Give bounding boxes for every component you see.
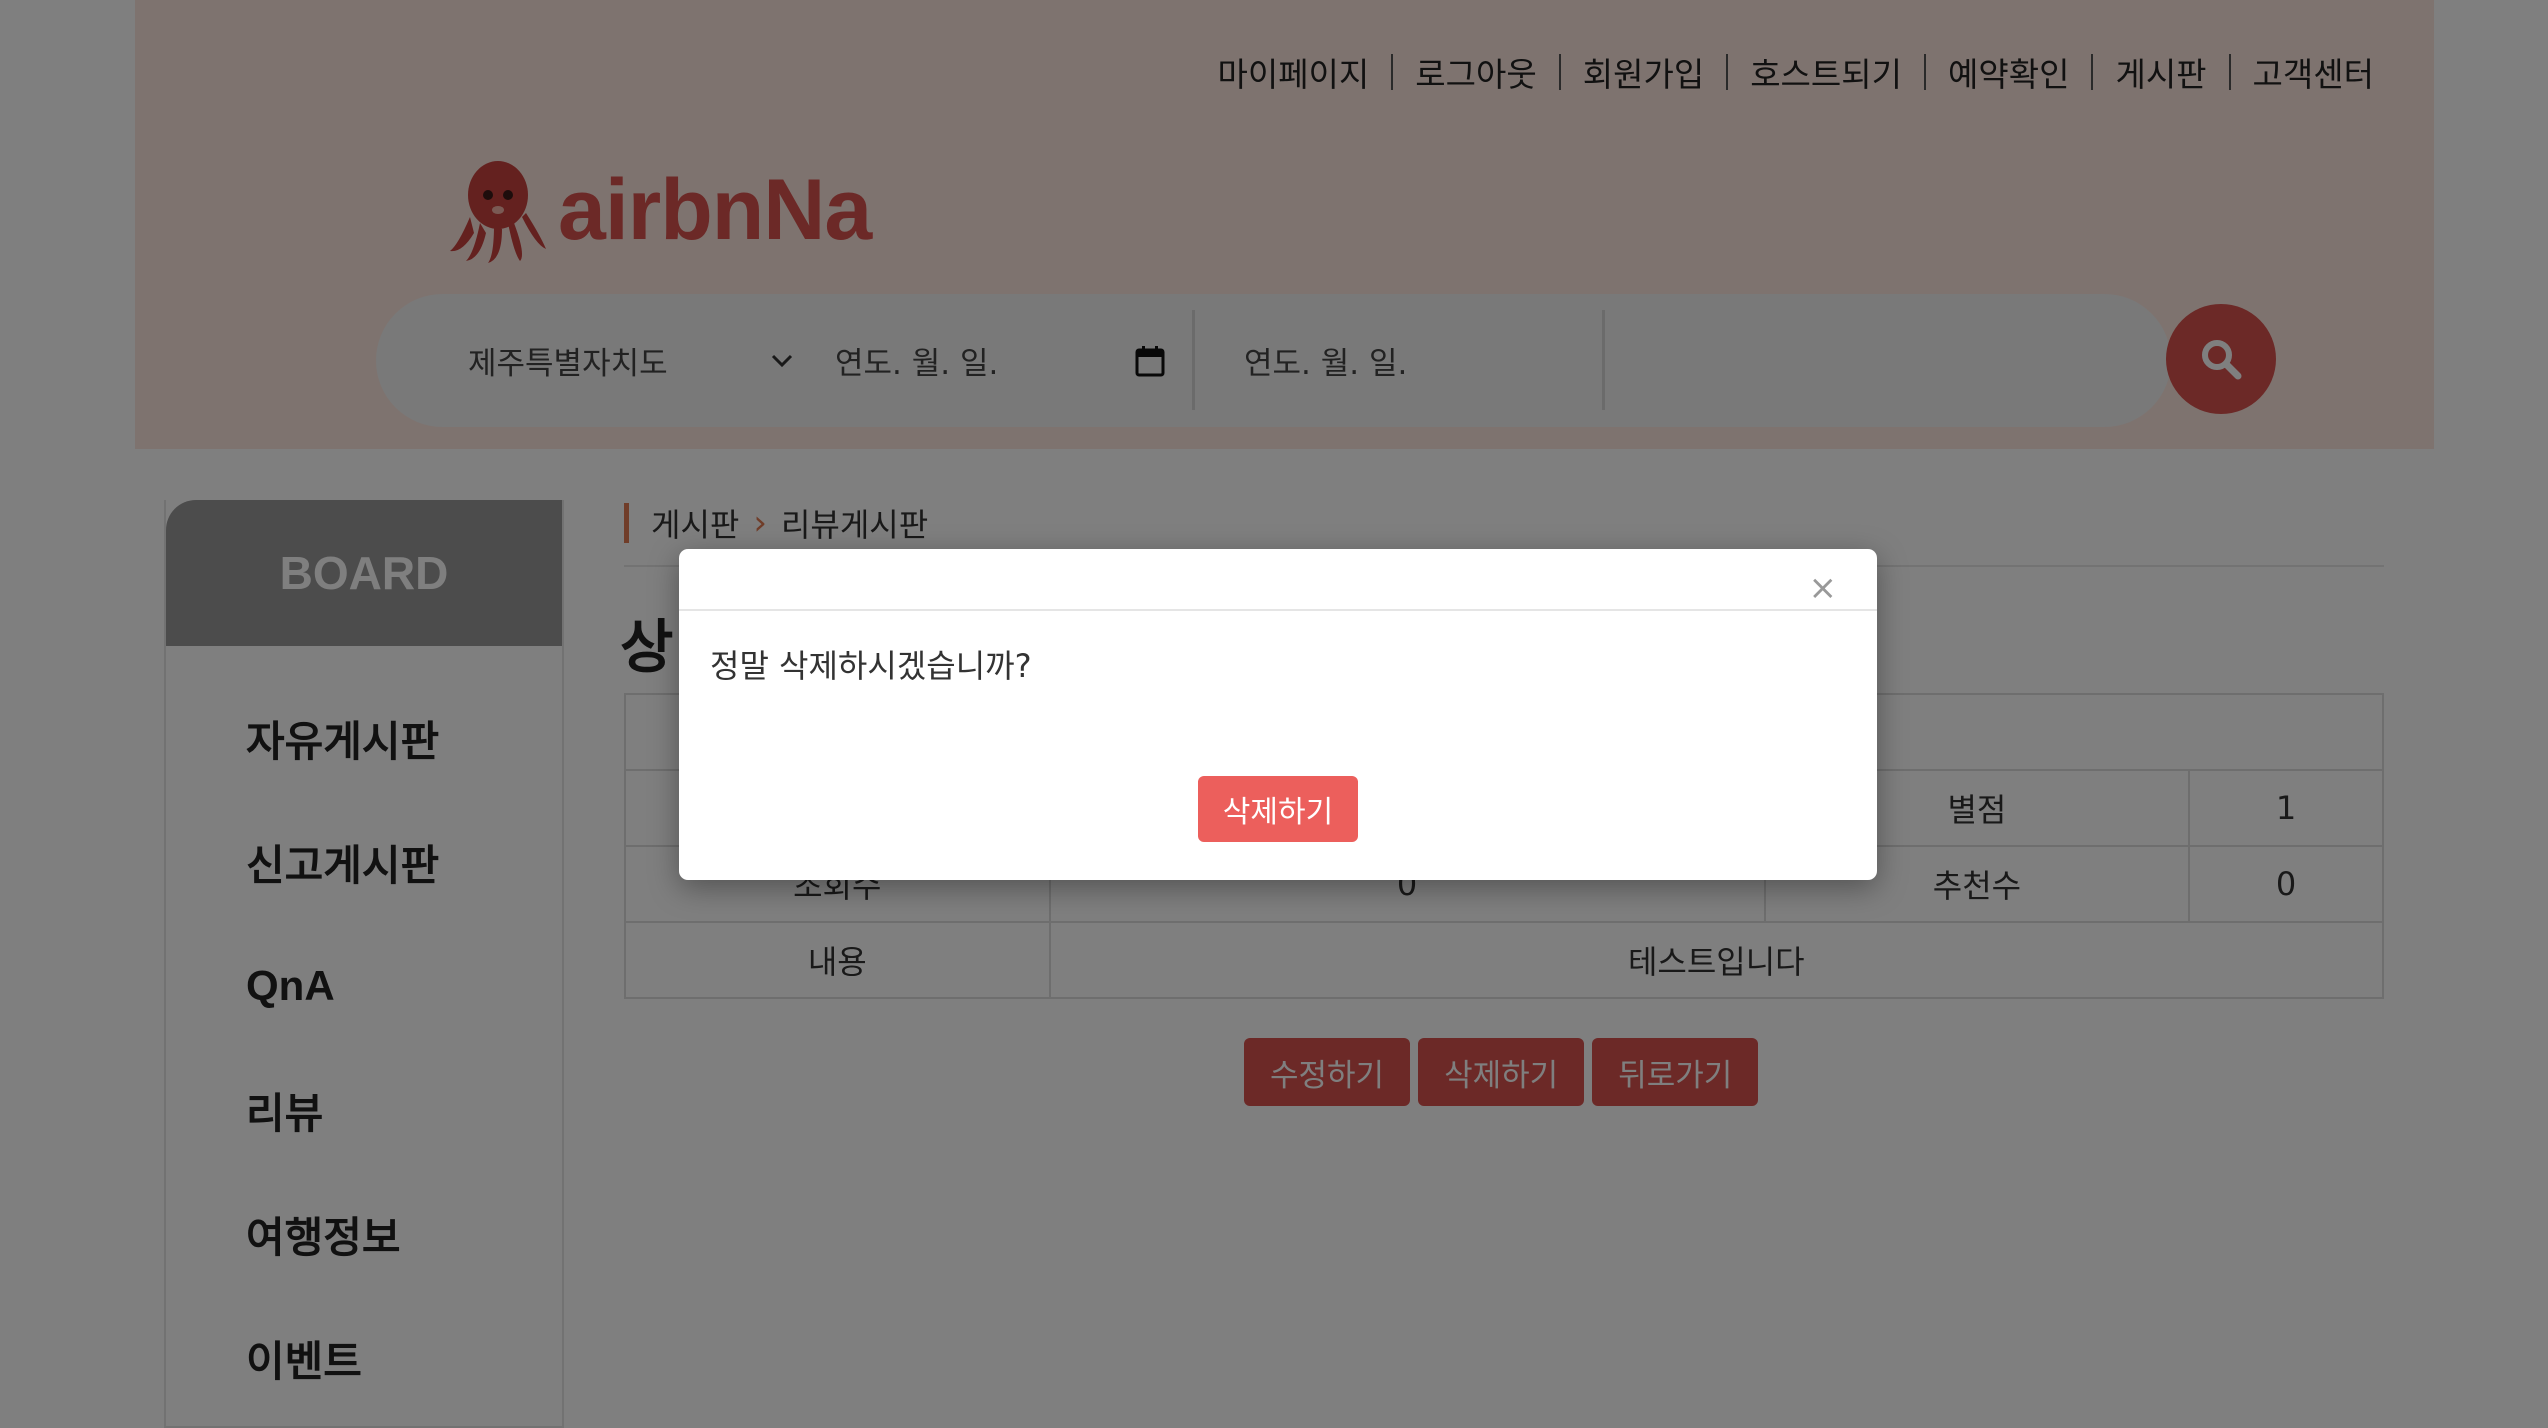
- dialog-header: ×: [679, 549, 1877, 611]
- close-icon[interactable]: ×: [1809, 571, 1838, 605]
- delete-confirm-dialog: × 정말 삭제하시겠습니까? 삭제하기: [679, 549, 1877, 880]
- dialog-message: 정말 삭제하시겠습니까?: [710, 647, 1032, 685]
- confirm-delete-button[interactable]: 삭제하기: [1198, 776, 1358, 842]
